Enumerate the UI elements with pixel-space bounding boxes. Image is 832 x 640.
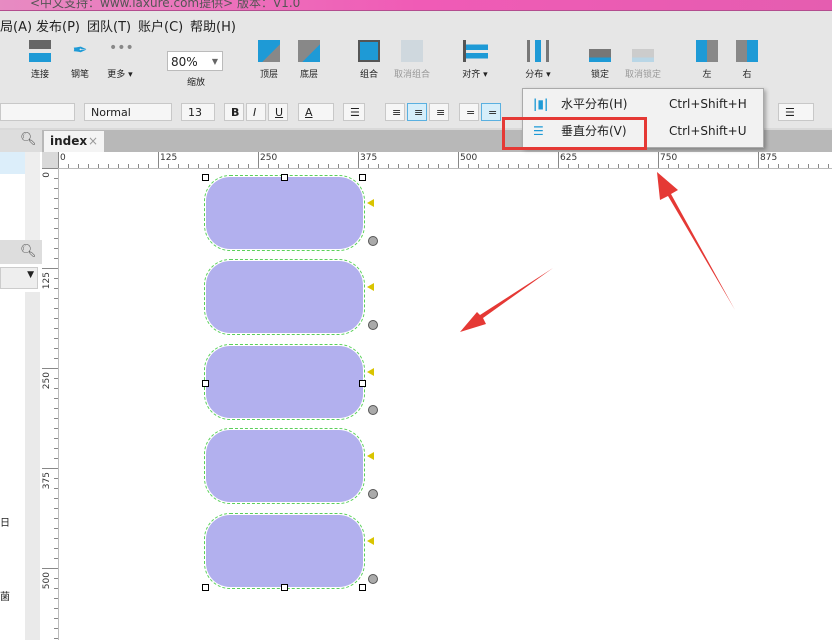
- annotation-arrows: [460, 172, 735, 332]
- red-arrow: [657, 172, 735, 310]
- red-arrow: [460, 268, 553, 332]
